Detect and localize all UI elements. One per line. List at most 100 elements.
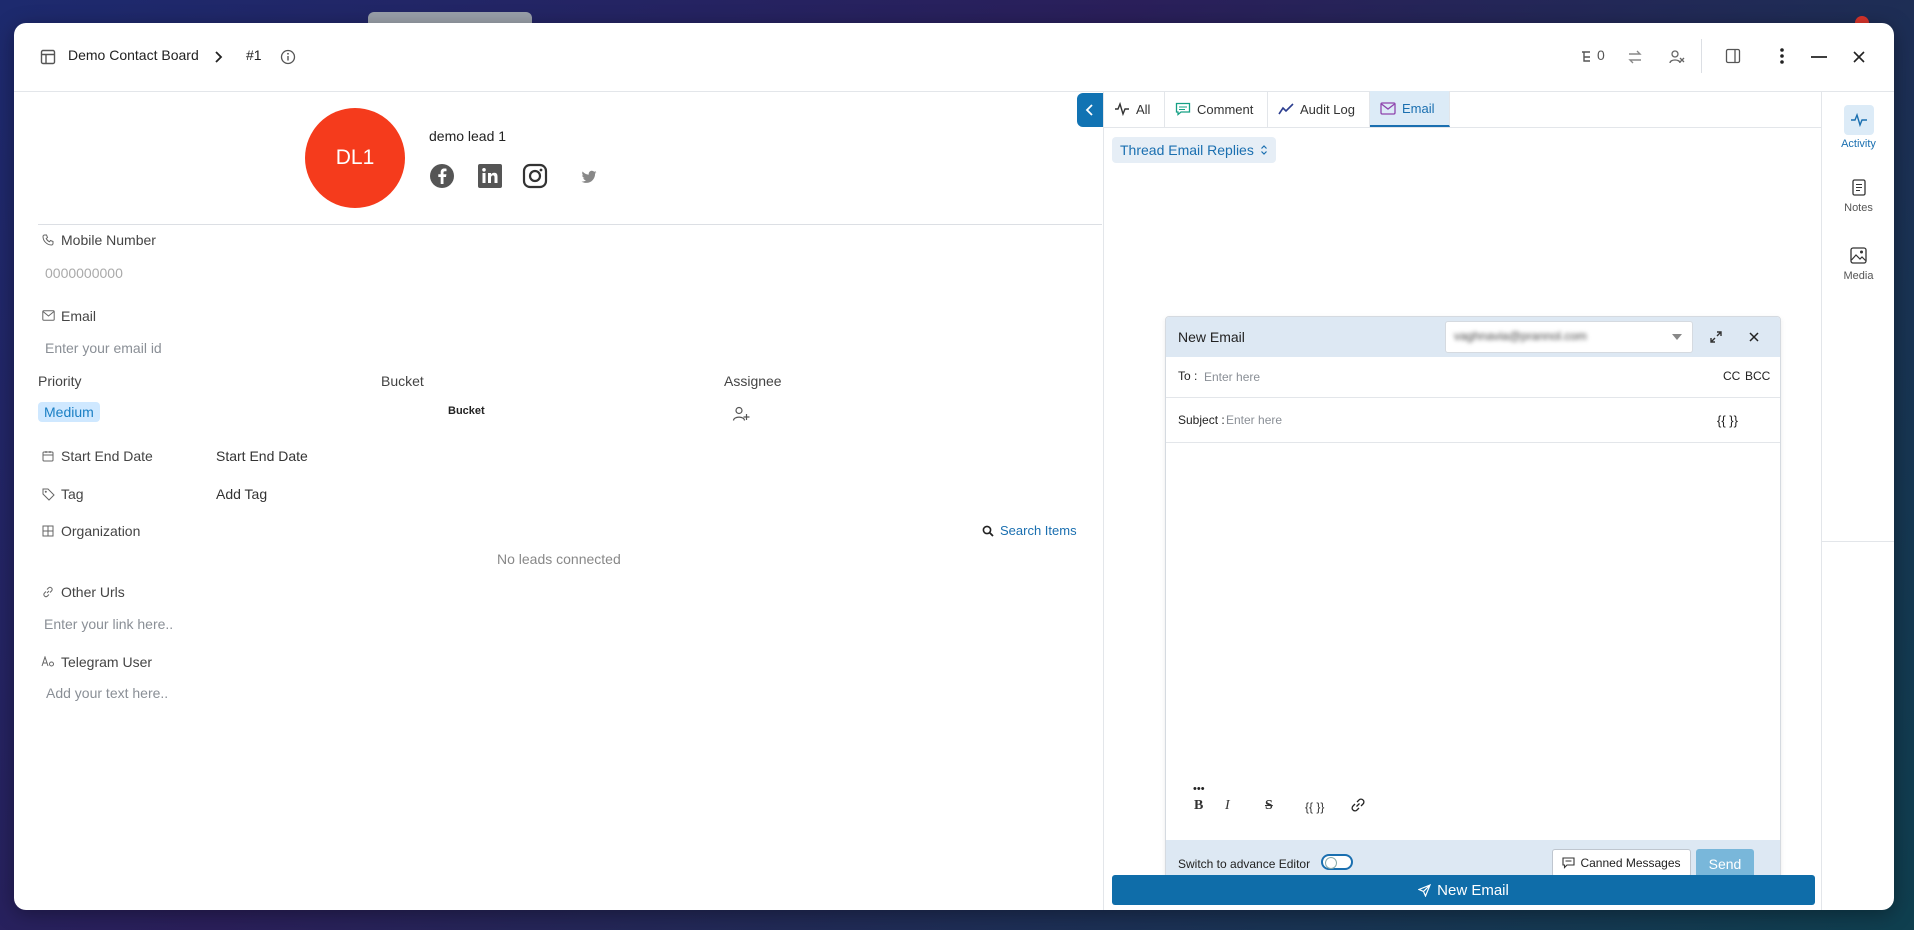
right-sidebar: Activity Notes Media — [1821, 91, 1894, 910]
linkedin-icon[interactable] — [477, 163, 503, 189]
calendar-icon — [42, 451, 54, 462]
comment-icon — [1175, 102, 1191, 116]
cc-button[interactable]: CC — [1723, 369, 1740, 383]
compose-title: New Email — [1178, 329, 1245, 345]
tag-label: Tag — [61, 486, 84, 502]
search-items-link[interactable]: Search Items — [1000, 523, 1077, 538]
sync-icon[interactable] — [1626, 48, 1644, 66]
modal-header: Demo Contact Board #1 0 — [14, 23, 1894, 92]
other-urls-input[interactable]: Enter your link here.. — [44, 616, 173, 632]
instagram-icon[interactable] — [522, 163, 548, 189]
subitems-count: 0 — [1597, 47, 1605, 63]
minimize-icon[interactable] — [1810, 55, 1828, 59]
chevron-down-icon — [1672, 334, 1682, 340]
tag-icon — [42, 488, 55, 501]
subject-label: Subject : — [1178, 413, 1225, 427]
email-body-editor[interactable] — [1166, 443, 1780, 771]
close-icon[interactable] — [1852, 50, 1866, 64]
tab-audit-log[interactable]: Audit Log — [1268, 91, 1370, 127]
twitter-icon[interactable] — [580, 168, 598, 186]
info-icon[interactable] — [280, 49, 296, 65]
text-field-icon — [41, 656, 54, 667]
priority-badge[interactable]: Medium — [38, 402, 100, 422]
lead-name[interactable]: demo lead 1 — [429, 128, 506, 144]
to-row: To : Enter here CC BCC — [1166, 357, 1780, 398]
to-label: To : — [1178, 369, 1198, 383]
other-urls-label: Other Urls — [61, 584, 125, 600]
italic-button[interactable]: I — [1225, 798, 1230, 814]
message-icon — [1562, 857, 1576, 869]
advance-editor-label: Switch to advance Editor — [1178, 857, 1311, 871]
notes-icon — [1851, 179, 1866, 196]
media-icon — [1850, 247, 1867, 264]
activity-icon — [1850, 113, 1867, 127]
tab-comment-label: Comment — [1197, 101, 1254, 117]
link-icon[interactable] — [1350, 797, 1366, 813]
chevron-right-icon — [215, 51, 223, 63]
mobile-value[interactable]: 0000000000 — [45, 265, 123, 281]
phone-icon — [42, 234, 54, 246]
email-input[interactable]: Enter your email id — [45, 340, 162, 356]
advance-editor-toggle[interactable] — [1321, 854, 1353, 870]
profile-divider — [38, 224, 1102, 225]
bucket-value[interactable]: Bucket — [448, 405, 485, 417]
sidebar-item-label: Media — [1843, 270, 1874, 282]
avatar: DL1 — [305, 108, 405, 208]
search-icon[interactable] — [982, 525, 994, 537]
no-leads-text: No leads connected — [497, 551, 621, 567]
sidebar-item-label: Activity — [1841, 138, 1876, 150]
subject-row: Subject : Enter here {{ }} — [1166, 398, 1780, 443]
sidebar-item-activity[interactable]: Activity — [1822, 105, 1894, 150]
email-label: Email — [61, 308, 97, 324]
thread-email-selector[interactable]: Thread Email Replies — [1112, 137, 1276, 163]
compose-email-window: New Email vaghnavia@prannol.com To : Ent… — [1165, 316, 1781, 891]
remove-user-icon[interactable] — [1668, 48, 1686, 66]
bucket-label: Bucket — [381, 373, 424, 389]
more-formatting-button[interactable]: ••• — [1193, 783, 1205, 795]
priority-label: Priority — [38, 373, 82, 389]
sidebar-item-media[interactable]: Media — [1822, 247, 1894, 282]
trend-icon — [1278, 103, 1294, 115]
facebook-icon[interactable] — [429, 163, 455, 189]
add-assignee-icon[interactable] — [732, 405, 750, 423]
avatar-initials: DL1 — [335, 146, 375, 169]
breadcrumb-board[interactable]: Demo Contact Board — [68, 47, 199, 63]
lead-detail-modal: Demo Contact Board #1 0 DL1 demo lead 1 … — [14, 23, 1894, 910]
activity-icon — [1115, 102, 1129, 116]
new-email-label: New Email — [1437, 881, 1509, 899]
link-icon — [43, 586, 53, 598]
tab-email[interactable]: Email — [1370, 91, 1450, 127]
from-account-select[interactable]: vaghnavia@prannol.com — [1445, 321, 1693, 353]
start-end-date-value[interactable]: Start End Date — [216, 448, 308, 464]
tab-all[interactable]: All — [1104, 91, 1165, 127]
mail-icon — [1380, 101, 1396, 115]
bold-button[interactable]: B — [1194, 798, 1203, 814]
close-icon[interactable] — [1749, 332, 1759, 342]
tab-comment[interactable]: Comment — [1165, 91, 1268, 127]
more-vertical-icon[interactable] — [1779, 47, 1785, 65]
subject-variables-button[interactable]: {{ }} — [1717, 413, 1738, 428]
add-tag-button[interactable]: Add Tag — [216, 486, 267, 502]
telegram-input[interactable]: Add your text here.. — [46, 685, 168, 701]
insert-variable-button[interactable]: {{ }} — [1305, 800, 1324, 814]
mobile-label: Mobile Number — [61, 232, 156, 248]
new-email-button[interactable]: New Email — [1112, 875, 1815, 905]
compose-header: New Email vaghnavia@prannol.com — [1166, 317, 1780, 357]
bcc-button[interactable]: BCC — [1745, 369, 1770, 383]
expand-icon[interactable] — [1709, 330, 1723, 344]
side-panel-icon[interactable] — [1725, 48, 1741, 64]
panel-divider — [1103, 91, 1104, 910]
record-id: #1 — [246, 47, 262, 63]
mail-icon — [42, 310, 55, 321]
collapse-panel-button[interactable] — [1077, 93, 1103, 127]
sidebar-item-notes[interactable]: Notes — [1822, 179, 1894, 214]
canned-messages-button[interactable]: Canned Messages — [1552, 849, 1691, 877]
sidebar-divider — [1822, 541, 1894, 542]
toggle-knob — [1325, 857, 1337, 869]
to-input[interactable]: Enter here — [1204, 370, 1260, 384]
activity-tabs: All Comment Audit Log Email — [1104, 91, 1821, 128]
subitems-icon[interactable] — [1580, 49, 1596, 65]
tab-audit-log-label: Audit Log — [1300, 101, 1355, 117]
strikethrough-button[interactable]: S — [1265, 798, 1273, 814]
subject-input[interactable]: Enter here — [1226, 413, 1282, 427]
